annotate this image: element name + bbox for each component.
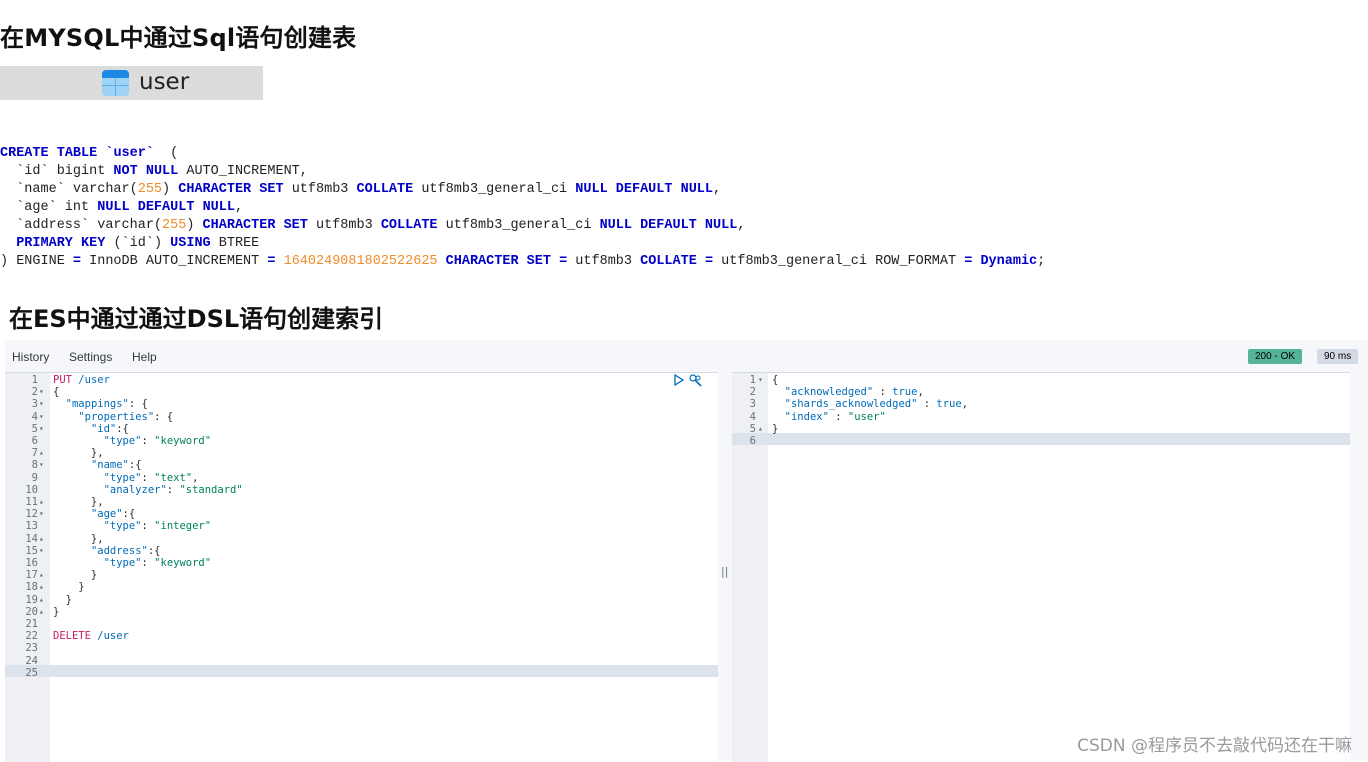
console-menu-bar: History Settings Help 200 - OK 90 ms: [5, 340, 1368, 372]
table-tab[interactable]: user: [0, 66, 263, 100]
response-code: { "acknowledged" : true, "shards_acknowl…: [772, 374, 969, 435]
kibana-dev-tools-console: History Settings Help 200 - OK 90 ms 1 2…: [5, 340, 1368, 762]
response-fold-markers[interactable]: ▾ ▴: [758, 374, 768, 435]
response-line-numbers: 1 2 3 4 5 6: [749, 374, 756, 448]
request-fold-markers[interactable]: ▾ ▾ ▾ ▾ ▴ ▾ ▴ ▾ ▴ ▾ ▴ ▴ ▴ ▴: [39, 374, 49, 667]
pane-resize-handle[interactable]: ||: [721, 565, 728, 578]
status-badge: 200 - OK: [1248, 349, 1303, 364]
play-icon[interactable]: [673, 374, 685, 386]
wrench-icon[interactable]: [689, 374, 703, 387]
response-viewer: 1 2 3 4 5 6 ▾ ▴ { "acknowledged" : true,…: [732, 372, 1350, 762]
es-heading: 在ES中通过通过DSL语句创建索引: [9, 305, 384, 333]
request-code[interactable]: PUT /user { "mappings": { "properties": …: [53, 374, 243, 667]
menu-settings[interactable]: Settings: [69, 350, 112, 364]
menu-history[interactable]: History: [12, 350, 49, 364]
mysql-heading: 在MYSQL中通过Sql语句创建表: [0, 24, 357, 52]
sql-create-statement: CREATE TABLE `user` ( `id` bigint NOT NU…: [0, 146, 1046, 269]
request-line-numbers: 1 2 3 4 5 6 7 8 9 10 11 12 13 14 15 16 1…: [25, 374, 38, 679]
request-editor[interactable]: 1 2 3 4 5 6 7 8 9 10 11 12 13 14 15 16 1…: [5, 372, 718, 762]
response-time-badge: 90 ms: [1317, 349, 1359, 364]
menu-help[interactable]: Help: [132, 350, 157, 364]
table-name: user: [139, 69, 190, 95]
watermark: CSDN @程序员不去敲代码还在干嘛: [1077, 736, 1352, 756]
database-table-icon: [102, 70, 129, 96]
